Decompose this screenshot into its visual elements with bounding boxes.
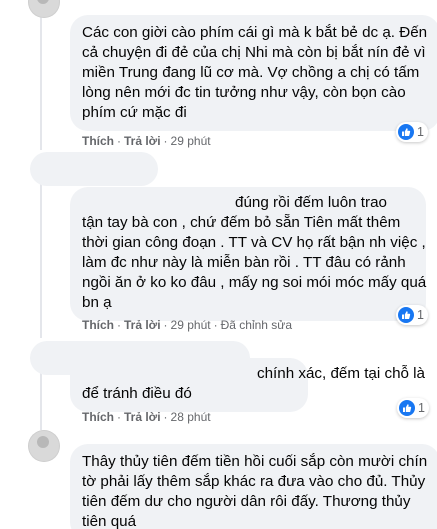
comment-bubble: Thây thủy tiên đếm tiền hồi cuối sắp còn… xyxy=(70,444,437,529)
reaction-count: 1 xyxy=(417,125,424,139)
dot-separator: · xyxy=(117,134,121,148)
comment-text-line: cả chuyện đi đẻ của chị Nhi mà còn bị bắ… xyxy=(82,44,426,61)
dot-separator: · xyxy=(117,410,121,424)
dot-separator: · xyxy=(117,318,121,332)
comment-text-line: để tránh điều đó xyxy=(82,385,192,402)
dot-separator: · xyxy=(163,318,168,332)
comment-text-line: Thây thủy tiên đếm tiền hồi cuối sắp còn… xyxy=(82,453,428,470)
comment-actions: Thích · Trả lời · 29 phút xyxy=(82,133,211,149)
comment-text-line: tờ phải lấy thêm sắp khác ra đưa vào cho… xyxy=(82,473,426,490)
comment-text-line: đúng rồi đếm luôn trao xyxy=(235,194,387,211)
reaction-count: 1 xyxy=(418,401,425,415)
thumbs-up-icon xyxy=(398,124,414,140)
avatar[interactable] xyxy=(28,430,60,462)
edited-label[interactable]: Đã chỉnh sửa xyxy=(221,318,292,332)
comment-text-line: bn ạ xyxy=(82,294,112,311)
comment-text-line: lòng nên mới đc tin tưởng như vậy, còn b… xyxy=(82,84,406,101)
comment-text-line: chính xác, đếm tại chỗ là xyxy=(257,365,425,382)
comment-actions: Thích · Trả lời · 28 phút xyxy=(82,409,211,425)
like-link[interactable]: Thích xyxy=(82,410,114,424)
reply-link[interactable]: Trả lời xyxy=(124,134,161,148)
reaction-summary[interactable]: 1 xyxy=(396,305,428,325)
comment-text-line: phím cứ mặc đi xyxy=(82,104,187,121)
avatar-ring xyxy=(28,430,60,462)
comment-text-line: làm đc như này là miễn bàn rồi . TT đâu … xyxy=(82,254,406,271)
comment-text-line: tiên đếm dư cho người dân rôi đấy. Thươn… xyxy=(82,493,411,510)
timestamp[interactable]: 28 phút xyxy=(171,410,211,424)
like-link[interactable]: Thích xyxy=(82,318,114,332)
thumbs-up-icon xyxy=(399,400,415,416)
redacted-area xyxy=(30,152,158,186)
comment-text-line: ngồi ăn ở ko ko đâu , mấy ng soi mói móc… xyxy=(82,274,427,291)
dot-separator: · xyxy=(163,134,168,148)
dot-separator: · xyxy=(213,318,218,332)
comment-text-line: tận tay bà con , chứ đếm bỏ sẵn Tiên mất… xyxy=(82,214,401,231)
comment-bubble: Các con giời cào phím cái gì mà k bắt bẻ… xyxy=(70,15,437,131)
reaction-summary[interactable]: 1 xyxy=(397,398,429,418)
comment-text-line: thời gian công đoạn . TT và CV họ rất bậ… xyxy=(82,234,426,251)
thread-line xyxy=(40,0,42,150)
comment-bubble: đúng rồi đếm luôn trao tận tay bà con , … xyxy=(70,187,426,321)
reply-link[interactable]: Trả lời xyxy=(124,318,161,332)
reaction-count: 1 xyxy=(417,308,424,322)
comment-bubble: chính xác, đếm tại chỗ là để tránh điều … xyxy=(70,358,425,412)
comment-text-line: miền Trung đang lũ cơ mà. Vợ chồng a chị… xyxy=(82,64,420,81)
reply-link[interactable]: Trả lời xyxy=(124,410,161,424)
comment-actions: Thích · Trả lời · 29 phút · Đã chỉnh sửa xyxy=(82,317,292,333)
like-link[interactable]: Thích xyxy=(82,134,114,148)
comment-text-line: tiên quá xyxy=(82,513,137,529)
reaction-summary[interactable]: 1 xyxy=(396,122,428,142)
timestamp[interactable]: 29 phút xyxy=(171,318,211,332)
avatar[interactable] xyxy=(28,0,60,18)
timestamp[interactable]: 29 phút xyxy=(171,134,211,148)
dot-separator: · xyxy=(163,410,168,424)
avatar-ring xyxy=(28,0,60,18)
thread-line xyxy=(40,178,42,338)
thumbs-up-icon xyxy=(398,307,414,323)
comment-text-line: Các con giời cào phím cái gì mà k bắt bẻ… xyxy=(82,24,428,41)
